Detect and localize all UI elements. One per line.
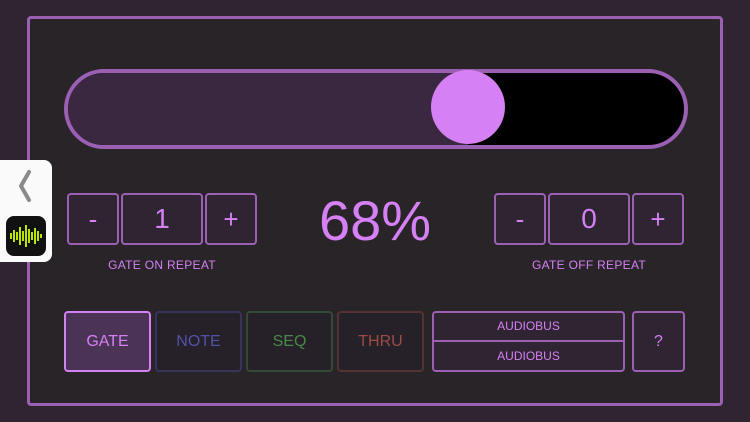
gate-on-value: 1 xyxy=(121,193,203,245)
gate-off-value: 0 xyxy=(548,193,630,245)
gate-off-repeat-label: GATE OFF REPEAT xyxy=(531,258,647,272)
audiobus-side-tab xyxy=(0,160,52,262)
percent-display: 68% xyxy=(318,189,432,252)
chevron-left-icon[interactable] xyxy=(12,166,38,206)
help-button[interactable]: ? xyxy=(632,311,685,372)
audiobus-waveform-icon[interactable] xyxy=(6,216,46,256)
mode-note-button[interactable]: NOTE xyxy=(155,311,242,372)
gate-slider-thumb[interactable] xyxy=(431,70,506,144)
audiobus-panel: AUDIOBUS AUDIOBUS xyxy=(432,311,625,372)
audiobus-bottom-button[interactable]: AUDIOBUS xyxy=(434,342,623,371)
gate-off-increment-button[interactable]: + xyxy=(632,193,684,245)
gate-slider-fill xyxy=(68,73,469,145)
gate-on-repeat-label: GATE ON REPEAT xyxy=(108,258,216,272)
gate-on-decrement-button[interactable]: - xyxy=(67,193,119,245)
audiobus-top-button[interactable]: AUDIOBUS xyxy=(434,313,623,342)
mode-seq-button[interactable]: SEQ xyxy=(246,311,333,372)
gate-off-decrement-button[interactable]: - xyxy=(494,193,546,245)
mode-gate-button[interactable]: GATE xyxy=(64,311,151,372)
gate-on-increment-button[interactable]: + xyxy=(205,193,257,245)
mode-thru-button[interactable]: THRU xyxy=(337,311,424,372)
gate-slider-track[interactable] xyxy=(64,69,688,149)
